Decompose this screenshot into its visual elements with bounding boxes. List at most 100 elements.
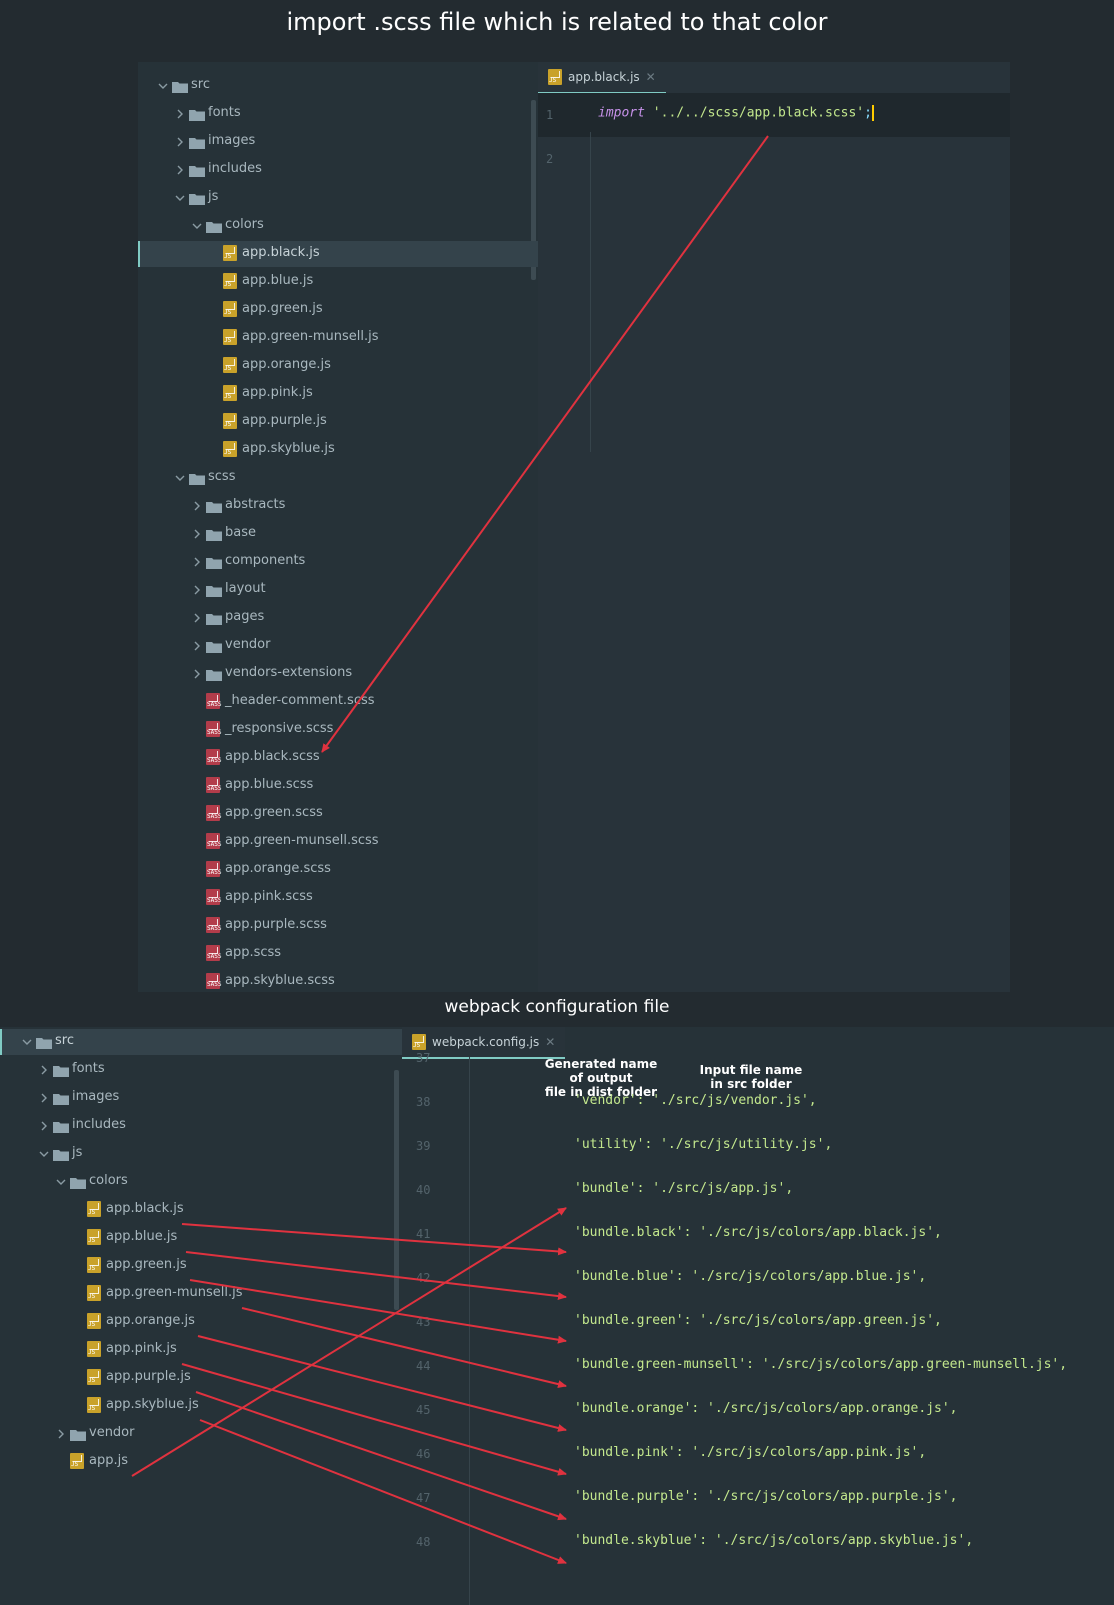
- chevron-right-icon[interactable]: [37, 1091, 51, 1105]
- tree-folder-images[interactable]: images: [138, 129, 538, 155]
- tree-folder-pages[interactable]: pages: [138, 605, 538, 631]
- tree-folder-includes[interactable]: includes: [0, 1113, 402, 1139]
- chevron-right-icon[interactable]: [190, 499, 204, 513]
- chevron-right-icon[interactable]: [37, 1063, 51, 1077]
- code-line[interactable]: 'bundle.green': './src/js/colors/app.gre…: [574, 1313, 942, 1328]
- chevron-right-icon[interactable]: [37, 1119, 51, 1133]
- tree-file-app-green-munsell-scss[interactable]: SASS app.green-munsell.scss: [138, 829, 538, 855]
- chevron-right-icon[interactable]: [190, 583, 204, 597]
- chevron-right-icon[interactable]: [190, 639, 204, 653]
- tree-file-app-black-js[interactable]: JS app.black.js: [0, 1197, 402, 1223]
- line-number: 1: [546, 108, 554, 122]
- line-number: 47: [416, 1491, 431, 1505]
- line-number: 2: [546, 152, 554, 166]
- tree-file--responsive-scss[interactable]: SASS _responsive.scss: [138, 717, 538, 743]
- chevron-down-icon[interactable]: [173, 471, 187, 485]
- chevron-down-icon[interactable]: [190, 219, 204, 233]
- code-line[interactable]: import '../../scss/app.black.scss';: [598, 105, 874, 121]
- tree-item-label: app.skyblue.js: [106, 1397, 199, 1412]
- tree-file--header-comment-scss[interactable]: SASS _header-comment.scss: [138, 689, 538, 715]
- line-number: 39: [416, 1139, 431, 1153]
- tree-file-app-purple-js[interactable]: JS app.purple.js: [0, 1365, 402, 1391]
- top-file-tree: src fonts images includes js colors JS app.blac…: [138, 62, 538, 992]
- tree-file-app-blue-js[interactable]: JS app.blue.js: [0, 1225, 402, 1251]
- tree-file-app-pink-scss[interactable]: SASS app.pink.scss: [138, 885, 538, 911]
- chevron-right-icon[interactable]: [173, 135, 187, 149]
- close-icon[interactable]: ✕: [545, 1035, 555, 1049]
- tree-file-app-blue-scss[interactable]: SASS app.blue.scss: [138, 773, 538, 799]
- chevron-right-icon[interactable]: [190, 667, 204, 681]
- tree-folder-vendor[interactable]: vendor: [138, 633, 538, 659]
- tree-item-label: app.purple.js: [106, 1369, 191, 1384]
- code-line[interactable]: 'vendor': './src/js/vendor.js',: [574, 1093, 817, 1108]
- tree-file-app-green-munsell-js[interactable]: JS app.green-munsell.js: [0, 1281, 402, 1307]
- tree-file-app-orange-js[interactable]: JS app.orange.js: [138, 353, 538, 379]
- code-line[interactable]: 'bundle.orange': './src/js/colors/app.or…: [574, 1401, 958, 1416]
- tree-file-app-orange-js[interactable]: JS app.orange.js: [0, 1309, 402, 1335]
- tree-file-app-skyblue-js[interactable]: JS app.skyblue.js: [138, 437, 538, 463]
- tree-folder-base[interactable]: base: [138, 521, 538, 547]
- tree-file-app-js[interactable]: JS app.js: [0, 1449, 402, 1475]
- tree-folder-js[interactable]: js: [138, 185, 538, 211]
- tree-file-app-green-scss[interactable]: SASS app.green.scss: [138, 801, 538, 827]
- text-cursor: [871, 105, 874, 121]
- chevron-down-icon[interactable]: [173, 191, 187, 205]
- code-line[interactable]: 'bundle.skyblue': './src/js/colors/app.s…: [574, 1533, 973, 1548]
- tree-folder-vendors-extensions[interactable]: vendors-extensions: [138, 661, 538, 687]
- folder-icon: [206, 638, 222, 653]
- tree-folder-components[interactable]: components: [138, 549, 538, 575]
- tree-item-label: app.green.js: [242, 301, 323, 316]
- tree-folder-colors[interactable]: colors: [0, 1169, 402, 1195]
- tree-file-app-blue-js[interactable]: JS app.blue.js: [138, 269, 538, 295]
- chevron-right-icon[interactable]: [54, 1427, 68, 1441]
- tree-folder-fonts[interactable]: fonts: [0, 1057, 402, 1083]
- chevron-down-icon[interactable]: [20, 1035, 34, 1049]
- code-line[interactable]: 'bundle': './src/js/app.js',: [574, 1181, 793, 1196]
- tree-file-app-green-js[interactable]: JS app.green.js: [0, 1253, 402, 1279]
- tree-item-label: app.skyblue.scss: [225, 973, 335, 988]
- code-line[interactable]: 'utility': './src/js/utility.js',: [574, 1137, 832, 1152]
- chevron-right-icon[interactable]: [173, 107, 187, 121]
- close-icon[interactable]: ✕: [646, 70, 656, 84]
- tree-folder-js[interactable]: js: [0, 1141, 402, 1167]
- chevron-right-icon[interactable]: [190, 527, 204, 541]
- tree-file-app-green-munsell-js[interactable]: JS app.green-munsell.js: [138, 325, 538, 351]
- tree-file-app-pink-js[interactable]: JS app.pink.js: [138, 381, 538, 407]
- chevron-down-icon[interactable]: [37, 1147, 51, 1161]
- tree-folder-scss[interactable]: scss: [138, 465, 538, 491]
- tree-item-label: scss: [208, 469, 236, 484]
- tree-file-app-black-js[interactable]: JS app.black.js: [138, 241, 538, 267]
- tree-file-app-orange-scss[interactable]: SASS app.orange.scss: [138, 857, 538, 883]
- tree-file-app-purple-js[interactable]: JS app.purple.js: [138, 409, 538, 435]
- tree-file-app-skyblue-js[interactable]: JS app.skyblue.js: [0, 1393, 402, 1419]
- tree-folder-images[interactable]: images: [0, 1085, 402, 1111]
- tree-folder-includes[interactable]: includes: [138, 157, 538, 183]
- chevron-right-icon[interactable]: [190, 611, 204, 625]
- tree-folder-vendor[interactable]: vendor: [0, 1421, 402, 1447]
- code-line[interactable]: 'bundle.green-munsell': './src/js/colors…: [574, 1357, 1067, 1372]
- tree-item-label: colors: [89, 1173, 128, 1188]
- tree-file-app-black-scss[interactable]: SASS app.black.scss: [138, 745, 538, 771]
- tree-folder-colors[interactable]: colors: [138, 213, 538, 239]
- tree-folder-fonts[interactable]: fonts: [138, 101, 538, 127]
- tree-folder-src[interactable]: src: [138, 73, 538, 99]
- tree-file-app-green-js[interactable]: JS app.green.js: [138, 297, 538, 323]
- chevron-right-icon[interactable]: [190, 555, 204, 569]
- js-file-icon: JS: [223, 413, 237, 429]
- tree-file-app-purple-scss[interactable]: SASS app.purple.scss: [138, 913, 538, 939]
- chevron-right-icon[interactable]: [173, 163, 187, 177]
- code-line[interactable]: 'bundle.pink': './src/js/colors/app.pink…: [574, 1445, 926, 1460]
- tree-folder-abstracts[interactable]: abstracts: [138, 493, 538, 519]
- code-line[interactable]: 'bundle.blue': './src/js/colors/app.blue…: [574, 1269, 926, 1284]
- tree-folder-layout[interactable]: layout: [138, 577, 538, 603]
- tree-folder-src[interactable]: src: [0, 1029, 402, 1055]
- tree-file-app-skyblue-scss[interactable]: SASS app.skyblue.scss: [138, 969, 538, 995]
- tree-file-app-scss[interactable]: SASS app.scss: [138, 941, 538, 967]
- tree-file-app-pink-js[interactable]: JS app.pink.js: [0, 1337, 402, 1363]
- code-line[interactable]: 'bundle.purple': './src/js/colors/app.pu…: [574, 1489, 958, 1504]
- tab-app-black-js[interactable]: JS app.black.js ✕: [538, 62, 666, 94]
- chevron-down-icon[interactable]: [156, 79, 170, 93]
- chevron-down-icon[interactable]: [54, 1175, 68, 1189]
- tree-item-label: includes: [208, 161, 262, 176]
- code-line[interactable]: 'bundle.black': './src/js/colors/app.bla…: [574, 1225, 942, 1240]
